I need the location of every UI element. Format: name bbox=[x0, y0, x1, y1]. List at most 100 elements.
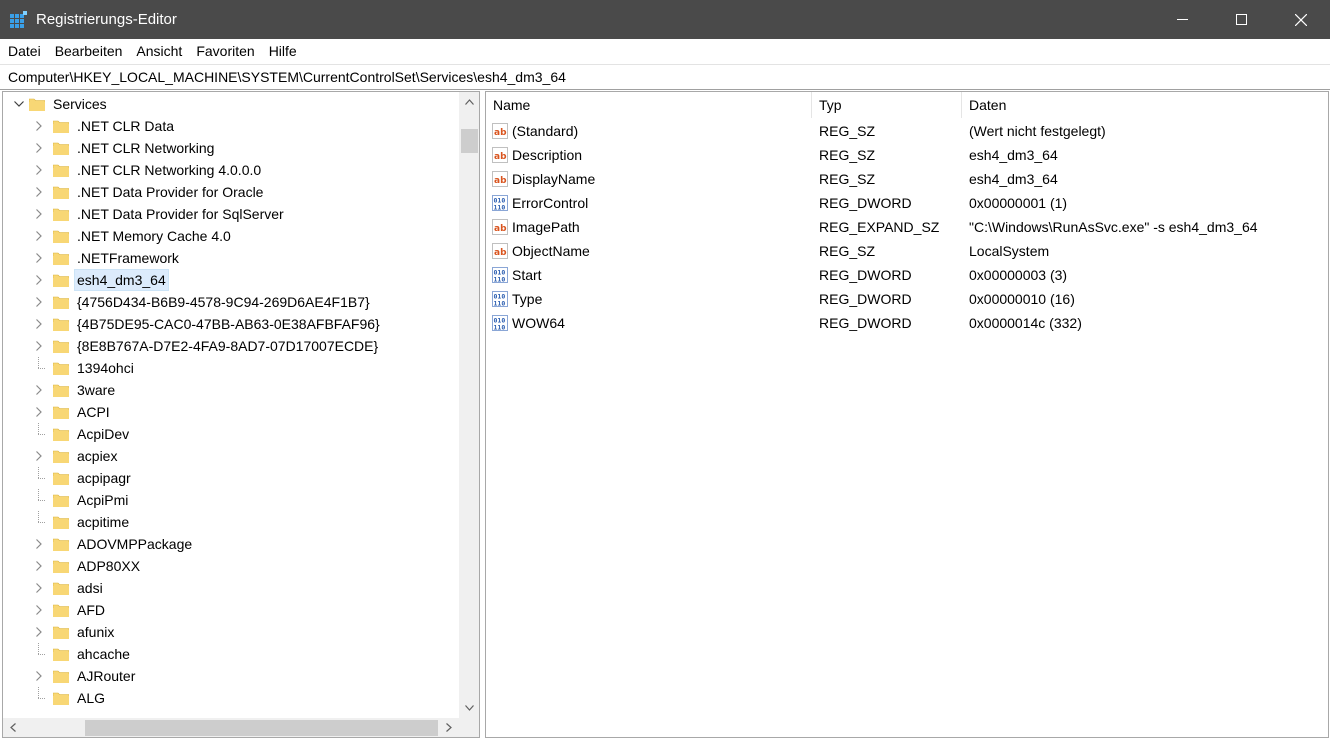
tree-item[interactable]: AJRouter bbox=[33, 665, 137, 687]
folder-icon bbox=[53, 428, 69, 441]
chevron-right-icon[interactable] bbox=[33, 555, 45, 577]
tree-vertical-scroll-thumb[interactable] bbox=[461, 129, 478, 153]
binary-value-icon: 010110 bbox=[492, 291, 508, 307]
tree-item[interactable]: {4756D434-B6B9-4578-9C94-269D6AE4F1B7} bbox=[33, 291, 372, 313]
tree-item[interactable]: adsi bbox=[33, 577, 105, 599]
tree-item[interactable]: .NET Memory Cache 4.0 bbox=[33, 225, 233, 247]
key-tree-pane: Services .NET CLR Data .NET CLR Networking… bbox=[2, 91, 480, 738]
value-row[interactable]: ab (Standard) REG_SZ (Wert nicht festgelegt… bbox=[486, 119, 1328, 143]
tree-horizontal-scroll-thumb[interactable] bbox=[85, 720, 438, 736]
tree-vertical-scrollbar[interactable] bbox=[459, 92, 479, 718]
value-row[interactable]: 010 110 Start REG_DWORD 0x00000003 (3) bbox=[486, 263, 1328, 287]
minimize-button[interactable] bbox=[1153, 0, 1212, 39]
chevron-right-icon[interactable] bbox=[33, 159, 45, 181]
scroll-down-arrow-icon[interactable] bbox=[459, 698, 479, 718]
chevron-right-icon[interactable] bbox=[33, 225, 45, 247]
tree-item[interactable]: .NET CLR Networking bbox=[33, 137, 216, 159]
chevron-right-icon[interactable] bbox=[33, 401, 45, 423]
folder-icon bbox=[53, 648, 69, 661]
scroll-right-arrow-icon[interactable] bbox=[439, 718, 459, 737]
value-row[interactable]: ab ImagePath REG_EXPAND_SZ "C:\Windows\RunA… bbox=[486, 215, 1328, 239]
folder-icon bbox=[53, 318, 69, 331]
tree-item[interactable]: ADP80XX bbox=[33, 555, 142, 577]
tree-item[interactable]: ahcache bbox=[33, 643, 132, 665]
chevron-right-icon[interactable] bbox=[33, 445, 45, 467]
chevron-right-icon[interactable] bbox=[33, 379, 45, 401]
tree-item[interactable]: acpitime bbox=[33, 511, 131, 533]
menu-bearbeiten[interactable]: Bearbeiten bbox=[48, 39, 130, 64]
tree-item-services[interactable]: Services bbox=[13, 93, 109, 115]
tree-item[interactable]: .NETFramework bbox=[33, 247, 181, 269]
tree-item[interactable]: ADOVMPPackage bbox=[33, 533, 194, 555]
maximize-button[interactable] bbox=[1212, 0, 1271, 39]
chevron-right-icon[interactable] bbox=[33, 599, 45, 621]
value-type: REG_DWORD bbox=[819, 267, 912, 283]
menu-ansicht[interactable]: Ansicht bbox=[129, 39, 189, 64]
value-type: REG_DWORD bbox=[819, 315, 912, 331]
menu-favoriten[interactable]: Favoriten bbox=[189, 39, 261, 64]
column-header-data[interactable]: Daten bbox=[962, 92, 1328, 118]
tree-item-label: {8E8B767A-D7E2-4FA9-8AD7-07D17007ECDE} bbox=[77, 338, 379, 354]
tree-item[interactable]: {8E8B767A-D7E2-4FA9-8AD7-07D17007ECDE} bbox=[33, 335, 380, 357]
chevron-right-icon[interactable] bbox=[33, 621, 45, 643]
chevron-right-icon[interactable] bbox=[33, 313, 45, 335]
chevron-right-icon[interactable] bbox=[33, 203, 45, 225]
value-row[interactable]: ab Description REG_SZ esh4_dm3_64 bbox=[486, 143, 1328, 167]
tree-item[interactable]: {4B75DE95-CAC0-47BB-AB63-0E38AFBFAF96} bbox=[33, 313, 382, 335]
chevron-right-icon[interactable] bbox=[33, 181, 45, 203]
window-controls bbox=[1153, 0, 1330, 39]
string-value-icon: ab bbox=[492, 147, 508, 163]
value-name-cell: 010 110 WOW64 bbox=[486, 315, 812, 331]
folder-icon bbox=[53, 516, 69, 529]
chevron-right-icon[interactable] bbox=[33, 291, 45, 313]
chevron-right-icon[interactable] bbox=[33, 577, 45, 599]
tree-item[interactable]: 1394ohci bbox=[33, 357, 136, 379]
column-header-name[interactable]: Name bbox=[486, 92, 812, 118]
tree-item[interactable]: .NET CLR Networking 4.0.0.0 bbox=[33, 159, 263, 181]
tree-item[interactable]: ACPI bbox=[33, 401, 112, 423]
tree-item[interactable]: 3ware bbox=[33, 379, 117, 401]
tree-item-label: AcpiPmi bbox=[77, 492, 129, 508]
menu-hilfe[interactable]: Hilfe bbox=[262, 39, 304, 64]
value-data: LocalSystem bbox=[969, 243, 1050, 259]
tree-item[interactable]: ALG bbox=[33, 687, 107, 709]
tree-item[interactable]: .NET CLR Data bbox=[33, 115, 176, 137]
chevron-right-icon[interactable] bbox=[33, 115, 45, 137]
value-row[interactable]: 010 110 WOW64 REG_DWORD 0x0000014c (332) bbox=[486, 311, 1328, 335]
value-data: 0x00000003 (3) bbox=[969, 267, 1068, 283]
tree-item-label: ahcache bbox=[77, 646, 130, 662]
value-type-cell: REG_DWORD bbox=[812, 291, 962, 307]
chevron-right-icon[interactable] bbox=[33, 335, 45, 357]
tree-item[interactable]: esh4_dm3_64 bbox=[33, 269, 169, 291]
value-data-cell: 0x00000003 (3) bbox=[962, 267, 1067, 283]
chevron-right-icon[interactable] bbox=[33, 269, 45, 291]
column-header-type[interactable]: Typ bbox=[812, 92, 962, 118]
address-input[interactable] bbox=[0, 65, 1330, 89]
tree-item[interactable]: acpipagr bbox=[33, 467, 133, 489]
value-data: 0x00000001 (1) bbox=[969, 195, 1068, 211]
tree-item[interactable]: .NET Data Provider for Oracle bbox=[33, 181, 265, 203]
chevron-down-icon[interactable] bbox=[13, 93, 25, 115]
tree-item[interactable]: AcpiPmi bbox=[33, 489, 130, 511]
key-tree: Services .NET CLR Data .NET CLR Networking… bbox=[3, 92, 459, 718]
chevron-right-icon[interactable] bbox=[33, 137, 45, 159]
tree-item[interactable]: AcpiDev bbox=[33, 423, 131, 445]
tree-item[interactable]: .NET Data Provider for SqlServer bbox=[33, 203, 286, 225]
scroll-left-arrow-icon[interactable] bbox=[3, 718, 23, 737]
value-row[interactable]: 010 110 ErrorControl REG_DWORD 0x00000001 (1… bbox=[486, 191, 1328, 215]
menu-datei[interactable]: Datei bbox=[1, 39, 48, 64]
tree-item[interactable]: acpiex bbox=[33, 445, 119, 467]
scroll-up-arrow-icon[interactable] bbox=[459, 92, 479, 112]
value-data-cell: LocalSystem bbox=[962, 243, 1049, 259]
chevron-right-icon[interactable] bbox=[33, 533, 45, 555]
tree-horizontal-scrollbar[interactable] bbox=[3, 718, 459, 737]
folder-icon bbox=[53, 384, 69, 397]
value-row[interactable]: 010 110 Type REG_DWORD 0x00000010 (16) bbox=[486, 287, 1328, 311]
close-button[interactable] bbox=[1271, 0, 1330, 39]
chevron-right-icon[interactable] bbox=[33, 665, 45, 687]
chevron-right-icon[interactable] bbox=[33, 247, 45, 269]
value-row[interactable]: ab ObjectName REG_SZ LocalSystem bbox=[486, 239, 1328, 263]
tree-item[interactable]: afunix bbox=[33, 621, 116, 643]
tree-item[interactable]: AFD bbox=[33, 599, 107, 621]
value-row[interactable]: ab DisplayName REG_SZ esh4_dm3_64 bbox=[486, 167, 1328, 191]
